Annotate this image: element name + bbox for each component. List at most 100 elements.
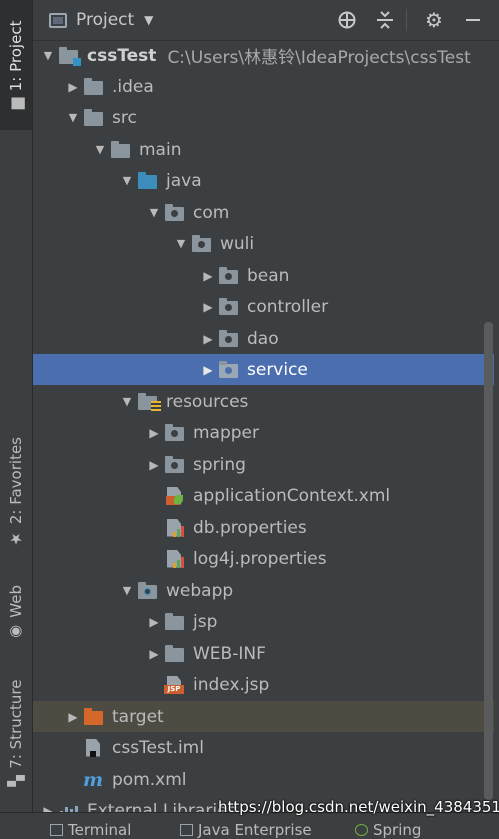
tree-node-label: com <box>193 202 230 223</box>
tab-spring[interactable]: Spring <box>355 821 421 839</box>
tree-node-label: src <box>112 107 137 128</box>
tree-node-mapper[interactable]: ▶ mapper <box>33 417 494 448</box>
maven-icon: m <box>83 768 104 791</box>
tree-node-service[interactable]: ▶ service <box>33 354 494 385</box>
folder-icon <box>164 612 186 631</box>
gear-icon[interactable]: ⚙ <box>422 8 446 32</box>
expanded-arrow-icon[interactable]: ▼ <box>38 49 58 62</box>
tree-node-java[interactable]: ▼ java <box>33 165 494 196</box>
tree-node-label: .idea <box>112 76 154 97</box>
collapse-all-icon[interactable] <box>373 8 397 32</box>
package-icon <box>218 360 240 379</box>
iml-file-icon <box>83 738 105 757</box>
tree-node-src[interactable]: ▼ src <box>33 102 494 133</box>
tree-node-label: db.properties <box>193 517 307 538</box>
tree-node-label: cssTest.iml <box>112 737 204 758</box>
chevron-down-icon[interactable]: ▼ <box>144 13 153 27</box>
hide-icon[interactable] <box>461 8 485 32</box>
tree-node-com[interactable]: ▼ com <box>33 197 494 228</box>
tree-node-label: index.jsp <box>193 674 270 695</box>
web-folder-icon <box>137 581 159 600</box>
tab-java-enterprise-label: Java Enterprise <box>198 821 312 839</box>
tree-node-label: applicationContext.xml <box>193 485 391 506</box>
tree-scrollbar[interactable] <box>484 322 493 800</box>
collapsed-arrow-icon[interactable]: ▶ <box>144 615 164 629</box>
tab-web[interactable]: ◉ Web <box>0 578 32 648</box>
folder-icon <box>83 77 105 96</box>
tree-node-label: jsp <box>193 611 218 632</box>
expanded-arrow-icon[interactable]: ▼ <box>117 395 137 408</box>
tree-node-iml[interactable]: cssTest.iml <box>33 732 494 763</box>
expanded-arrow-icon[interactable]: ▼ <box>63 111 83 124</box>
expanded-arrow-icon[interactable]: ▼ <box>117 174 137 187</box>
properties-file-icon <box>164 549 186 568</box>
tree-node-wuli[interactable]: ▼ wuli <box>33 228 494 259</box>
tree-node-label: cssTest <box>87 45 157 66</box>
tool-window-strip: ▆ 1: Project ★ 2: Favorites ◉ Web ▚ 7: S… <box>0 0 33 812</box>
tree-node-bean[interactable]: ▶ bean <box>33 260 494 291</box>
tree-node-label: service <box>247 359 308 380</box>
expanded-arrow-icon[interactable]: ▼ <box>117 584 137 597</box>
tab-favorites[interactable]: ★ 2: Favorites <box>0 430 32 555</box>
collapsed-arrow-icon[interactable]: ▶ <box>144 458 164 472</box>
tab-project-label: 1: Project <box>7 20 25 92</box>
tree-node-webapp[interactable]: ▼ webapp <box>33 575 494 606</box>
locate-icon[interactable] <box>335 8 359 32</box>
package-icon <box>164 423 186 442</box>
tab-favorites-label: 2: Favorites <box>7 436 25 525</box>
tree-node-idea[interactable]: ▶ .idea <box>33 71 494 102</box>
tree-node-label: dao <box>247 328 279 349</box>
folder-icon <box>83 108 105 127</box>
tab-spring-label: Spring <box>373 821 422 839</box>
tree-node-jsp[interactable]: ▶ jsp <box>33 606 494 637</box>
folder-icon <box>164 644 186 663</box>
collapsed-arrow-icon[interactable]: ▶ <box>198 363 218 377</box>
tree-node-label: log4j.properties <box>193 548 327 569</box>
tab-terminal-label: Terminal <box>68 821 132 839</box>
collapsed-arrow-icon[interactable]: ▶ <box>144 426 164 440</box>
collapsed-arrow-icon[interactable]: ▶ <box>144 647 164 661</box>
project-view-title[interactable]: Project <box>76 10 134 30</box>
expanded-arrow-icon[interactable]: ▼ <box>171 237 191 250</box>
tab-java-enterprise[interactable]: Java Enterprise <box>180 821 312 839</box>
tree-node-spring[interactable]: ▶ spring <box>33 449 494 480</box>
tree-node-db-properties[interactable]: db.properties <box>33 512 494 543</box>
package-icon <box>191 234 213 253</box>
resources-folder-icon <box>137 392 161 411</box>
tree-node-label: main <box>139 139 182 160</box>
tab-terminal[interactable]: Terminal <box>50 821 131 839</box>
tab-structure-label: 7: Structure <box>7 679 25 769</box>
spring-icon <box>355 824 368 836</box>
expanded-arrow-icon[interactable]: ▼ <box>90 143 110 156</box>
project-icon: ▆ <box>7 97 25 110</box>
collapsed-arrow-icon[interactable]: ▶ <box>198 332 218 346</box>
tree-node-label: target <box>112 706 164 727</box>
watermark-text: https://blog.csdn.net/weixin_43843517 <box>218 798 499 816</box>
tree-node-log4j-properties[interactable]: log4j.properties <box>33 543 494 574</box>
collapsed-arrow-icon[interactable]: ▶ <box>63 80 83 94</box>
tree-node-label: wuli <box>220 233 255 254</box>
tree-node-label: spring <box>193 454 246 475</box>
tree-node-web-inf[interactable]: ▶ WEB-INF <box>33 638 494 669</box>
tree-node-target[interactable]: ▶ target <box>33 701 494 732</box>
tree-node-index-jsp[interactable]: JSP index.jsp <box>33 669 494 700</box>
tree-node-cssTest[interactable]: ▼ cssTest C:\Users\林惠铃\IdeaProjects\cssT… <box>33 40 494 71</box>
tree-node-pom[interactable]: m pom.xml <box>33 764 494 795</box>
tree-node-main[interactable]: ▼ main <box>33 134 494 165</box>
tree-node-controller[interactable]: ▶ controller <box>33 291 494 322</box>
tab-web-label: Web <box>7 584 25 618</box>
tree-node-path: C:\Users\林惠铃\IdeaProjects\cssTest <box>167 48 471 68</box>
tab-structure[interactable]: ▚ 7: Structure <box>0 672 32 794</box>
tab-project[interactable]: ▆ 1: Project <box>0 0 32 130</box>
collapsed-arrow-icon[interactable]: ▶ <box>198 300 218 314</box>
collapsed-arrow-icon[interactable]: ▶ <box>63 710 83 724</box>
package-icon <box>164 203 186 222</box>
tree-node-label: java <box>166 170 202 191</box>
tree-node-applicationContext[interactable]: applicationContext.xml <box>33 480 494 511</box>
collapsed-arrow-icon[interactable]: ▶ <box>198 269 218 283</box>
tree-node-dao[interactable]: ▶ dao <box>33 323 494 354</box>
star-icon: ★ <box>7 530 25 549</box>
expanded-arrow-icon[interactable]: ▼ <box>144 206 164 219</box>
tree-node-resources[interactable]: ▼ resources <box>33 386 494 417</box>
tree-node-label: resources <box>166 391 249 412</box>
